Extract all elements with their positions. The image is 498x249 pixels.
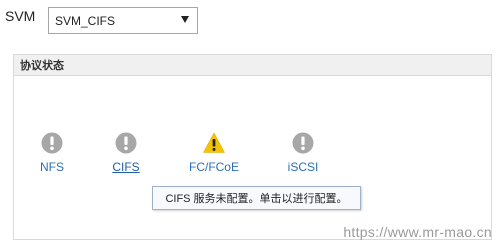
tooltip-text: CIFS 服务未配置。单击以进行配置。 bbox=[165, 193, 348, 205]
svm-dropdown[interactable]: SVM_CIFS bbox=[48, 7, 198, 34]
panel-header: 协议状态 bbox=[14, 55, 491, 76]
protocol-cifs[interactable]: CIFS bbox=[96, 132, 156, 174]
protocol-fc-fcoe[interactable]: FC/FCoE bbox=[184, 132, 244, 174]
svm-selected-value: SVM_CIFS bbox=[55, 13, 116, 28]
protocol-link-cifs[interactable]: CIFS bbox=[96, 160, 156, 174]
watermark-text: https://www.mr-mao.cn bbox=[343, 224, 492, 240]
protocol-iscsi[interactable]: iSCSI bbox=[273, 132, 333, 174]
protocol-label-iscsi: iSCSI bbox=[287, 160, 319, 174]
svm-label: SVM bbox=[5, 8, 36, 24]
protocol-status-panel: 协议状态 NFS CIFS FC/FCoE iSCSI bbox=[13, 54, 492, 240]
protocol-label-fc-fcoe: FC/FCoE bbox=[188, 160, 239, 174]
info-circle-icon bbox=[292, 132, 314, 154]
cifs-tooltip: CIFS 服务未配置。单击以进行配置。 bbox=[152, 186, 361, 210]
protocol-nfs[interactable]: NFS bbox=[22, 132, 82, 174]
info-circle-icon bbox=[115, 132, 137, 154]
dropdown-arrow-icon bbox=[181, 16, 189, 23]
panel-title: 协议状态 bbox=[20, 60, 64, 72]
info-circle-icon bbox=[41, 132, 63, 154]
warning-triangle-icon bbox=[203, 132, 225, 153]
protocol-label-nfs: NFS bbox=[40, 160, 64, 174]
